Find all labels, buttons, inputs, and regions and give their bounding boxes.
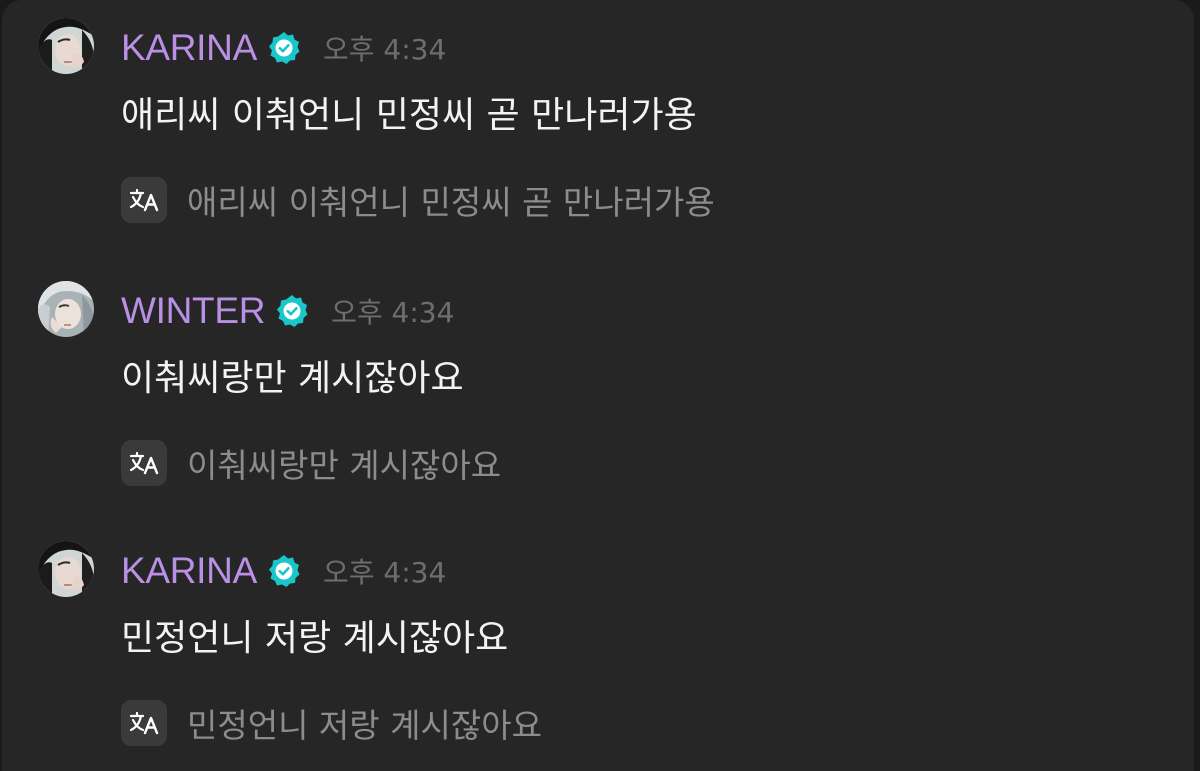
translation-row: 이춰씨랑만 계시잖아요 (121, 440, 501, 486)
verified-badge-icon (267, 31, 301, 65)
message-text: 애리씨 이춰언니 민정씨 곧 만나러가용 (121, 95, 697, 136)
timestamp: 오후 4:34 (322, 33, 447, 66)
translation-text: 민정언니 저랑 계시잖아요 (187, 706, 542, 745)
translation-text: 이춰씨랑만 계시잖아요 (187, 446, 502, 485)
avatar[interactable] (38, 541, 94, 597)
timestamp: 오후 4:34 (331, 296, 455, 329)
translation-text: 애리씨 이춰언니 민정씨 곧 만나러가용 (187, 183, 715, 222)
translation-row: 민정언니 저랑 계시잖아요 (121, 700, 542, 746)
username[interactable]: KARINA (121, 550, 257, 592)
message-header: KARINA 오후 4:34 (121, 549, 446, 593)
translation-row: 애리씨 이춰언니 민정씨 곧 만나러가용 (121, 177, 715, 223)
message-text: 이춰씨랑만 계시잖아요 (121, 358, 464, 399)
chat-thread: KARINA 오후 4:34 애리씨 이춰언니 민정씨 곧 만나러가용 애리씨 … (2, 0, 1194, 771)
timestamp: 오후 4:34 (322, 556, 447, 589)
translate-icon[interactable] (121, 700, 167, 746)
username[interactable]: WINTER (121, 290, 265, 332)
username[interactable]: KARINA (121, 27, 257, 69)
translate-icon[interactable] (121, 440, 167, 486)
message-text: 민정언니 저랑 계시잖아요 (121, 618, 509, 659)
message-header: WINTER 오후 4:34 (121, 289, 454, 333)
message-header: KARINA 오후 4:34 (121, 26, 446, 70)
translate-icon[interactable] (121, 177, 167, 223)
avatar[interactable] (38, 281, 94, 337)
avatar[interactable] (38, 18, 94, 74)
verified-badge-icon (275, 294, 309, 328)
verified-badge-icon (267, 554, 301, 588)
